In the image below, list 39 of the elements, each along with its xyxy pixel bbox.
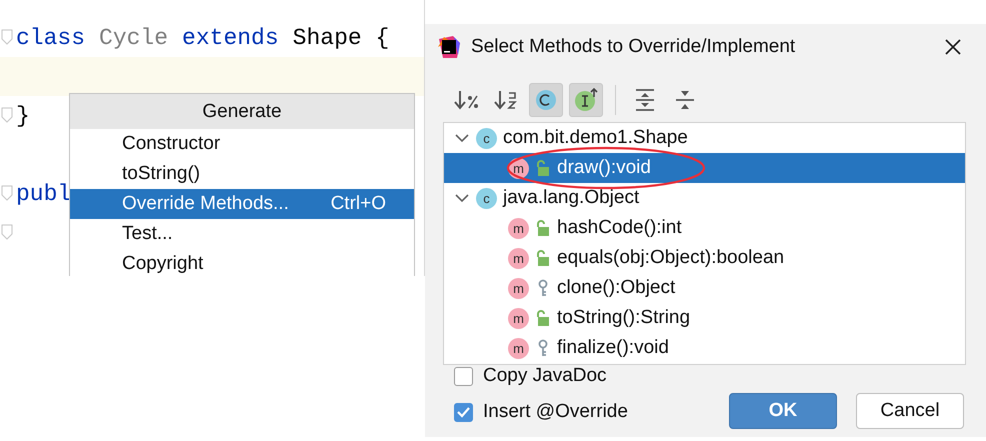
code-text: } <box>16 102 30 128</box>
toolbar-button[interactable] <box>529 83 563 117</box>
ok-button[interactable]: OK <box>729 393 837 429</box>
method-badge: m <box>508 308 529 328</box>
method-badge: m <box>508 218 529 238</box>
class-icon <box>533 87 559 113</box>
cancel-button[interactable]: Cancel <box>856 393 964 429</box>
method-badge: m <box>508 278 529 298</box>
menu-item[interactable]: Override Methods... Ctrl+O <box>70 189 414 219</box>
method-row[interactable]: m finalize():void <box>444 333 965 363</box>
unlocked-icon <box>535 159 551 177</box>
code-text: Shape { <box>292 24 390 50</box>
menu-title: Generate <box>70 94 414 129</box>
app-logo-icon <box>437 35 461 59</box>
method-row[interactable]: m hashCode():int <box>444 213 965 243</box>
method-row[interactable]: m draw():void <box>444 153 965 183</box>
toolbar-button[interactable] <box>569 83 603 117</box>
class-badge: c <box>476 188 497 208</box>
unlocked-icon <box>535 219 551 237</box>
method-row[interactable]: m clone():Object <box>444 273 965 303</box>
option-checkbox[interactable]: Insert @Override <box>454 401 628 423</box>
code-text: class <box>16 24 86 50</box>
method-row[interactable]: m equals(obj:Object):boolean <box>444 243 965 273</box>
unlocked-icon <box>535 249 551 267</box>
unlocked-icon <box>535 309 551 327</box>
code-text: Cycle <box>99 24 168 50</box>
method-badge: m <box>508 248 529 268</box>
code-text: extends <box>182 24 279 50</box>
shortcut-text: Ctrl+O <box>330 193 386 215</box>
option-checkbox[interactable]: Copy JavaDoc <box>454 365 628 387</box>
code-text: publ <box>16 180 72 206</box>
tree-node[interactable]: c java.lang.Object <box>444 183 965 213</box>
dialog-title: Select Methods to Override/Implement <box>471 36 796 58</box>
method-row[interactable]: m toString():String <box>444 303 965 333</box>
tree-node[interactable]: c com.bit.demo1.Shape <box>444 123 965 153</box>
interface-icon <box>573 87 599 113</box>
method-badge: m <box>508 338 529 358</box>
class-badge: c <box>476 128 497 148</box>
checkmark-icon <box>457 406 470 418</box>
